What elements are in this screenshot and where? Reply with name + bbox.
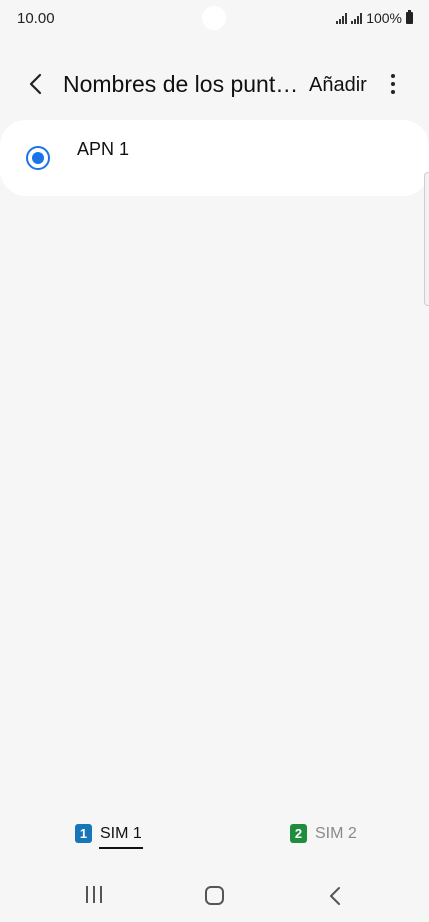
apn-radio-button[interactable] bbox=[26, 146, 50, 170]
sim1-icon: 1 bbox=[75, 824, 92, 843]
tab-sim2[interactable]: 2 SIM 2 bbox=[290, 824, 357, 843]
add-button[interactable]: Añadir bbox=[309, 74, 367, 97]
status-time: 10.00 bbox=[17, 10, 55, 27]
status-bar: 10.00 100% bbox=[0, 0, 429, 38]
chevron-left-icon bbox=[29, 73, 42, 95]
tab-sim1-label: SIM 1 bbox=[99, 824, 143, 849]
app-bar: Nombres de los punt… Añadir bbox=[0, 58, 429, 110]
navigation-bar bbox=[0, 872, 429, 920]
recents-icon[interactable] bbox=[86, 886, 102, 903]
signal-sim2-icon bbox=[351, 12, 363, 24]
more-vertical-icon bbox=[391, 74, 395, 78]
battery-icon bbox=[406, 10, 413, 24]
battery-percent: 100% bbox=[366, 10, 402, 26]
home-icon[interactable] bbox=[205, 886, 224, 905]
signal-sim1-icon bbox=[336, 12, 348, 24]
apn-screen: 10.00 100% Nombres de los punt… Añadir A… bbox=[0, 0, 429, 922]
more-options-button[interactable] bbox=[383, 70, 403, 98]
page-title: Nombres de los punt… bbox=[63, 71, 299, 97]
back-icon[interactable] bbox=[326, 885, 344, 907]
tab-sim2-label: SIM 2 bbox=[315, 824, 357, 842]
scrollbar-handle[interactable] bbox=[424, 172, 429, 306]
apn-name: APN 1 bbox=[77, 139, 130, 159]
camera-cutout bbox=[202, 6, 226, 30]
tab-sim1[interactable]: 1 SIM 1 bbox=[75, 824, 143, 849]
list-item[interactable]: APN 1 bbox=[0, 120, 429, 196]
back-button[interactable] bbox=[22, 70, 50, 98]
sim2-icon: 2 bbox=[290, 824, 307, 843]
status-indicators: 100% bbox=[336, 10, 413, 26]
sim-tabs: 1 SIM 1 2 SIM 2 bbox=[0, 820, 429, 856]
